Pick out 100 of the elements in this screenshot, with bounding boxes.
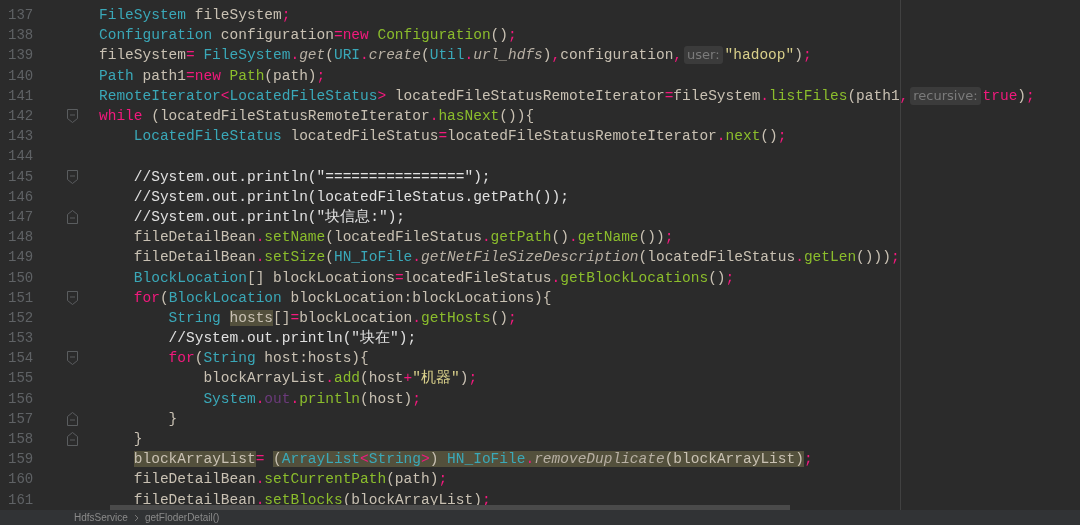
code-token: getPath	[490, 228, 552, 247]
code-token: ;	[281, 6, 291, 25]
code-token: ;	[777, 127, 787, 146]
code-token: .	[464, 46, 474, 65]
code-token: )	[459, 369, 469, 388]
code-token: RemoteIterator	[99, 86, 221, 105]
code-token: BlockLocation	[168, 288, 282, 307]
fold-marker-icon[interactable]	[67, 109, 78, 124]
code-token: Configuration	[376, 26, 491, 45]
code-token: .	[568, 228, 578, 247]
line-number: 161	[8, 492, 35, 507]
code-token: configuration	[219, 26, 334, 45]
code-token: fileSystem	[193, 6, 282, 25]
code-token: ;	[412, 389, 421, 408]
code-token: get	[299, 46, 326, 65]
code-token: .	[760, 86, 770, 105]
code-token: ()))	[856, 248, 891, 267]
code-token: setCurrentPath	[264, 470, 387, 489]
parameter-hint: user:	[684, 46, 723, 65]
fold-marker-icon[interactable]	[67, 432, 78, 447]
code-token: getLen	[803, 248, 857, 267]
breadcrumb-item[interactable]: HdfsService	[74, 510, 128, 525]
code-token: LocatedFileStatus	[229, 86, 378, 105]
line-number: 158	[8, 432, 35, 447]
code-token: =	[186, 46, 195, 65]
code-token: blockLocation:blockLocations){	[289, 288, 552, 307]
fold-marker-icon[interactable]	[67, 351, 78, 366]
code-token: (locatedFileStatus	[325, 228, 482, 247]
code-token: ;	[802, 46, 812, 65]
code-token: ;	[468, 369, 478, 388]
code-token: //System.out.println(locatedFileStatus.getPath());	[132, 187, 569, 206]
code-token: (	[272, 450, 282, 469]
horizontal-scrollbar[interactable]	[110, 505, 790, 510]
code-token: ,	[551, 46, 561, 65]
code-token: <	[220, 86, 230, 105]
code-token: new	[342, 26, 369, 45]
line-number: 159	[8, 452, 35, 467]
code-token: hasNext	[438, 107, 500, 126]
code-token: .	[429, 107, 439, 126]
line-number: 147	[8, 209, 35, 224]
code-token: .	[525, 450, 535, 469]
code-token: =	[186, 66, 195, 85]
code-token: HN_IoFile	[333, 248, 413, 267]
code-token: new	[194, 66, 221, 85]
code-token: =	[255, 450, 265, 469]
code-token: ArrayList	[281, 450, 361, 469]
code-token: ()	[708, 268, 726, 287]
code-token: blockLocation	[299, 308, 413, 327]
line-number: 154	[8, 351, 35, 366]
code-token: ()){	[499, 107, 535, 126]
code-token: //System.out.println("块信息:");	[132, 207, 406, 226]
code-token: add	[333, 369, 361, 388]
code-token: fileDetailBean	[132, 470, 256, 489]
code-token: .	[290, 46, 300, 65]
code-token: LocatedFileStatus	[132, 127, 282, 146]
line-number: 153	[8, 331, 35, 346]
code-token: fileDetailBean	[132, 228, 256, 247]
line-number: 148	[8, 230, 35, 245]
code-token: blockArrayList	[202, 369, 326, 388]
code-token: setName	[264, 228, 326, 247]
code-token: ;	[890, 248, 900, 267]
fold-marker-icon[interactable]	[67, 209, 78, 224]
code-token: (	[194, 349, 204, 368]
code-token: (	[325, 46, 334, 65]
code-token: locatedFileStatus	[403, 268, 552, 287]
code-token: [] blockLocations	[246, 268, 395, 287]
line-number: 138	[8, 28, 35, 43]
code-token: )	[542, 46, 552, 65]
code-token: //System.out.println("================");	[132, 167, 491, 186]
code-token: }	[132, 430, 143, 449]
code-token: listFiles	[769, 86, 848, 105]
breadcrumb-item[interactable]: getFloderDetail()	[144, 510, 220, 525]
code-token: configuration	[560, 46, 674, 65]
code-token: String	[167, 308, 221, 327]
line-number: 144	[8, 149, 35, 164]
code-token: for	[167, 349, 195, 368]
code-token: hosts	[228, 308, 274, 327]
code-token: ()	[551, 228, 569, 247]
code-token: ;	[725, 268, 735, 287]
code-token: (locatedFileStatus	[638, 248, 796, 267]
code-token: BlockLocation	[132, 268, 247, 287]
code-token: URI	[333, 46, 361, 65]
code-token: "hadoop"	[724, 46, 795, 65]
code-token: path1	[141, 66, 187, 85]
fold-marker-icon[interactable]	[67, 169, 78, 184]
code-token: fileSystem	[99, 46, 186, 65]
code-token: String	[368, 450, 421, 469]
fold-marker-icon[interactable]	[67, 411, 78, 426]
line-number: 141	[8, 88, 35, 103]
code-token: .	[551, 268, 561, 287]
code-token: =	[333, 26, 343, 45]
code-token: fileSystem	[673, 86, 761, 105]
code-token: ()	[760, 127, 778, 146]
code-token: (host)	[360, 389, 413, 408]
line-number: 139	[8, 48, 35, 63]
code-token: getName	[577, 228, 639, 247]
code-token: ;	[508, 26, 517, 45]
code-token: removeDuplicate	[534, 450, 665, 469]
fold-marker-icon[interactable]	[67, 290, 78, 305]
code-token: (path)	[386, 470, 439, 489]
